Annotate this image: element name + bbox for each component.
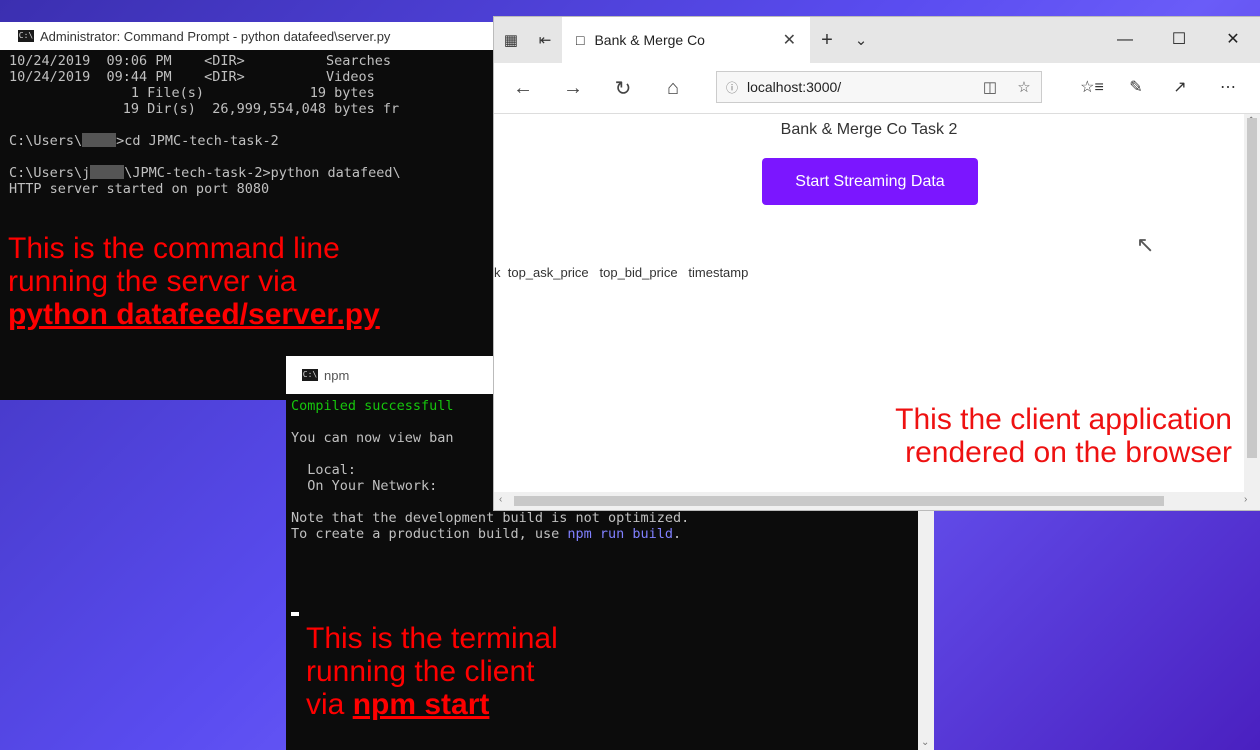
minimize-icon[interactable]: — <box>1098 17 1152 63</box>
scroll-down-icon[interactable]: ⌄ <box>921 737 929 748</box>
cmd-icon: C:\ <box>302 369 318 381</box>
more-options-icon[interactable]: ⋯ <box>1206 63 1250 113</box>
tab-list-chevron-down-icon[interactable]: ⌄ <box>844 31 878 49</box>
horizontal-scrollbar[interactable]: ‹ › <box>494 492 1260 510</box>
server-terminal-titlebar[interactable]: C:\ Administrator: Command Prompt - pyth… <box>0 22 494 50</box>
new-tab-icon[interactable]: + <box>810 29 844 52</box>
maximize-icon[interactable]: ☐ <box>1152 17 1206 63</box>
favorite-star-icon[interactable]: ☆ <box>1007 78 1041 96</box>
redacted-username <box>90 165 125 179</box>
share-icon[interactable]: ↗ <box>1158 63 1202 113</box>
site-info-icon[interactable]: ⓘ <box>717 79 747 96</box>
tab-bank-merge[interactable]: □ Bank & Merge Co ✕ <box>562 17 810 63</box>
close-tab-icon[interactable]: ✕ <box>783 30 796 50</box>
server-terminal-window[interactable]: C:\ Administrator: Command Prompt - pyth… <box>0 22 494 400</box>
horizontal-scroll-thumb[interactable] <box>514 496 1164 506</box>
home-icon[interactable]: ⌂ <box>648 77 698 100</box>
scroll-left-icon[interactable]: ‹ <box>499 494 502 505</box>
server-terminal-title: Administrator: Command Prompt - python d… <box>40 28 391 44</box>
favorites-icon[interactable]: ☆≡ <box>1070 63 1114 113</box>
npm-annotation: This is the terminal running the client … <box>306 622 558 721</box>
page-heading: Bank & Merge Co Task 2 <box>780 121 958 138</box>
address-url[interactable]: localhost:3000/ <box>747 79 973 95</box>
client-annotation: This the client application rendered on … <box>895 403 1232 469</box>
server-annotation: This is the command line running the ser… <box>8 232 380 331</box>
vertical-scroll-thumb[interactable] <box>1247 118 1257 458</box>
browser-navigation-bar: ← → ↻ ⌂ ⓘ localhost:3000/ ◫ ☆ ☆≡ ✎ ↗ ⋯ <box>494 63 1260 114</box>
cmd-icon: C:\ <box>18 30 34 42</box>
pen-notes-icon[interactable]: ✎ <box>1114 63 1158 113</box>
reading-view-icon[interactable]: ◫ <box>973 78 1007 96</box>
server-terminal-output: 10/24/2019 09:06 PM <DIR> Searches 10/24… <box>9 53 401 197</box>
redacted-username <box>82 133 117 147</box>
start-streaming-button[interactable]: Start Streaming Data <box>762 158 978 205</box>
address-bar[interactable]: ⓘ localhost:3000/ ◫ ☆ <box>716 71 1042 103</box>
back-arrow-icon[interactable]: ← <box>498 77 548 100</box>
set-tabs-aside-icon[interactable]: ⇤ <box>528 31 562 49</box>
tab-title: Bank & Merge Co <box>594 32 705 48</box>
page-icon: □ <box>576 32 585 48</box>
forward-arrow-icon[interactable]: → <box>548 77 598 100</box>
terminal-cursor <box>291 612 299 616</box>
scroll-right-icon[interactable]: › <box>1244 494 1247 505</box>
npm-terminal-title: npm <box>324 367 350 383</box>
close-window-icon[interactable]: ✕ <box>1206 17 1260 63</box>
table-column-headers: k top_ask_price top_bid_price timestamp <box>494 265 749 280</box>
tab-actions-icon[interactable]: ▦ <box>494 31 528 49</box>
mouse-pointer-icon: ↖ <box>1136 232 1155 257</box>
refresh-icon[interactable]: ↻ <box>598 76 648 101</box>
browser-tab-bar[interactable]: ▦ ⇤ □ Bank & Merge Co ✕ + ⌄ — ☐ ✕ <box>494 17 1260 63</box>
